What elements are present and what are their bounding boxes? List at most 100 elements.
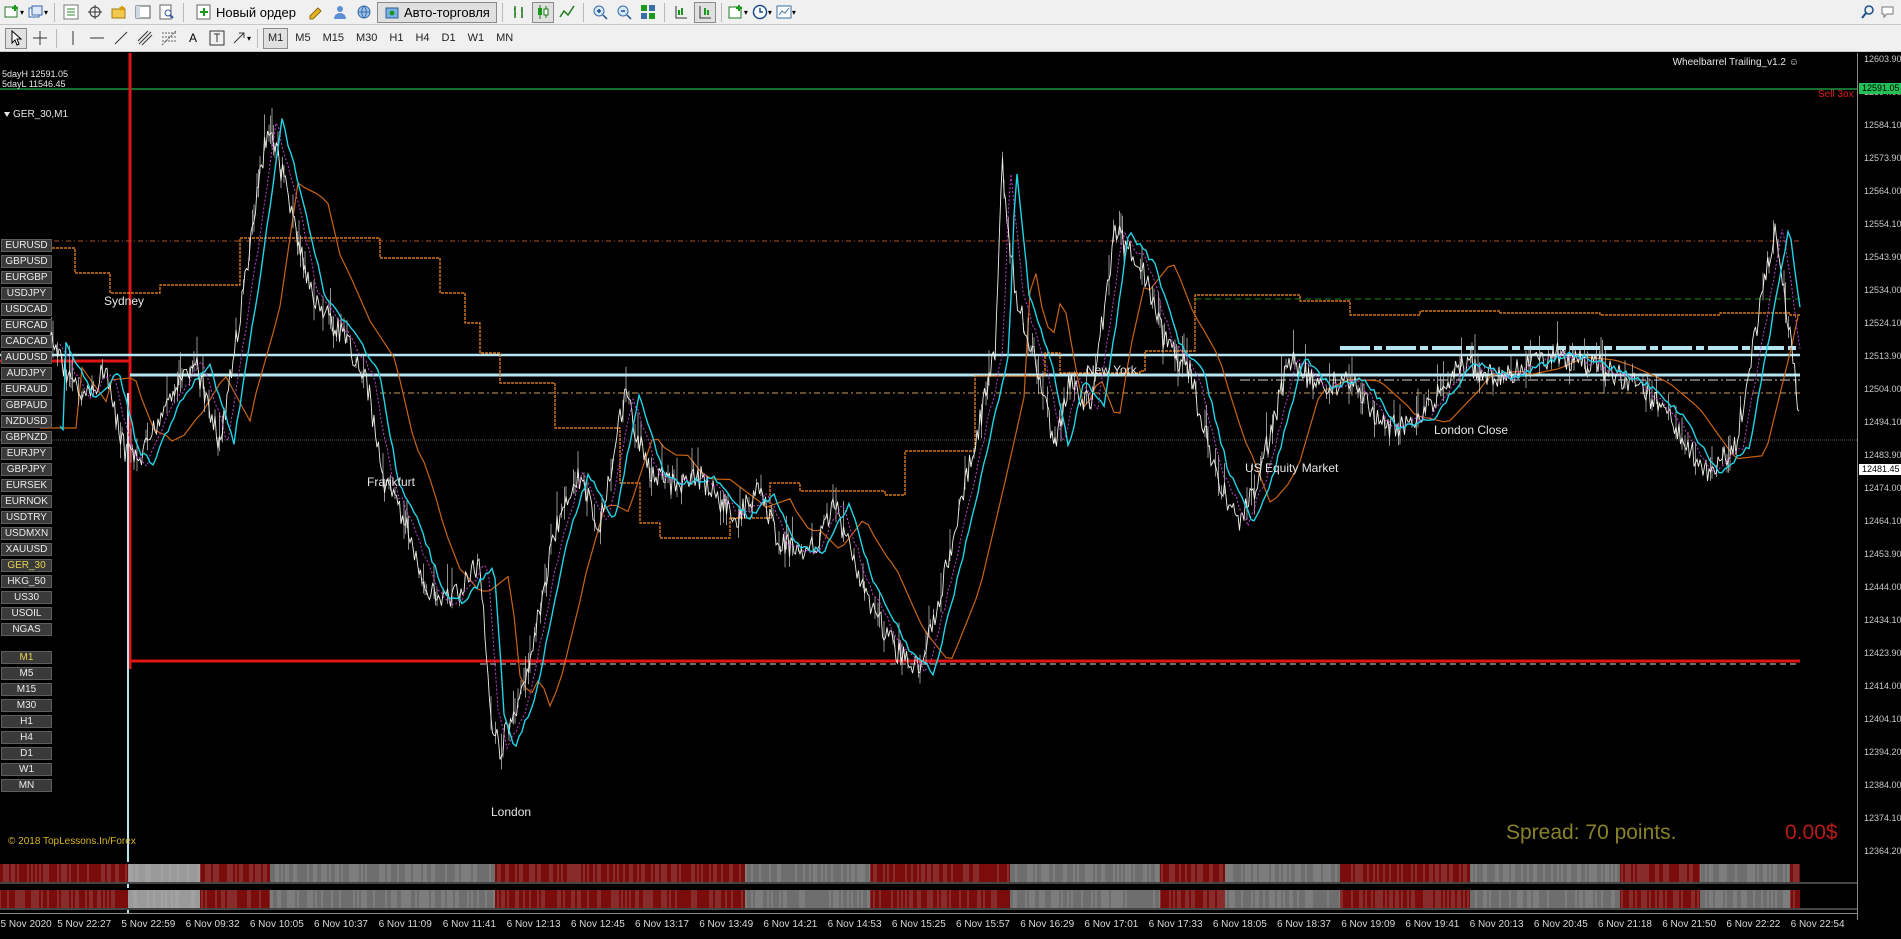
strip-segment <box>870 864 1010 882</box>
arrows-button[interactable]: ▾ <box>230 28 252 49</box>
symbol-button-eurusd[interactable]: EURUSD <box>1 239 52 252</box>
symbol-button-hkg-50[interactable]: HKG_50 <box>1 575 52 588</box>
market-button[interactable] <box>353 2 375 23</box>
text-button[interactable]: A <box>182 28 204 49</box>
chat-icon[interactable] <box>1880 4 1898 25</box>
tf-switch-h1[interactable]: H1 <box>1 715 52 728</box>
tester-button[interactable] <box>156 2 178 23</box>
symbol-button-eurjpy[interactable]: EURJPY <box>1 447 52 460</box>
toolbar-separator <box>56 28 57 48</box>
line-chart-button[interactable] <box>556 2 578 23</box>
symbol-button-gbpaud[interactable]: GBPAUD <box>1 399 52 412</box>
text-label-button[interactable] <box>206 28 228 49</box>
symbol-button-eurgbp[interactable]: EURGBP <box>1 271 52 284</box>
dropdown-triangle-icon <box>4 111 10 117</box>
cyan-moving-average <box>59 118 1801 748</box>
tf-m5-button[interactable]: M5 <box>290 28 315 49</box>
symbol-button-nzdusd[interactable]: NZDUSD <box>1 415 52 428</box>
strip-segment <box>200 890 270 908</box>
horizontal-line-button[interactable] <box>86 28 108 49</box>
strip-segment <box>1010 890 1160 908</box>
navigator-button[interactable] <box>108 2 130 23</box>
trendline-button[interactable] <box>110 28 132 49</box>
strip-segment <box>270 864 495 882</box>
symbol-button-audusd[interactable]: AUDUSD <box>1 351 52 364</box>
price-tick: 12453.90 <box>1864 549 1901 559</box>
price-tick: 12554.10 <box>1864 219 1901 229</box>
symbol-button-euraud[interactable]: EURAUD <box>1 383 52 396</box>
tf-h4-button[interactable]: H4 <box>410 28 434 49</box>
autoscroll-button[interactable] <box>693 1 716 23</box>
fibonacci-button[interactable] <box>158 28 180 49</box>
price-tick: 12543.90 <box>1864 252 1901 262</box>
symbol-button-eurcad[interactable]: EURCAD <box>1 319 52 332</box>
symbol-button-usdjpy[interactable]: USDJPY <box>1 287 52 300</box>
tf-m30-button[interactable]: M30 <box>351 28 382 49</box>
cursor-button[interactable] <box>5 27 27 49</box>
symbol-button-usdcad[interactable]: USDCAD <box>1 303 52 316</box>
tf-switch-d1[interactable]: D1 <box>1 747 52 760</box>
vertical-line-button[interactable] <box>62 28 84 49</box>
bar-chart-button[interactable] <box>508 2 530 23</box>
autotrading-button[interactable]: Авто-торговля <box>376 1 497 23</box>
tf-switch-m1[interactable]: M1 <box>1 651 52 664</box>
search-icon[interactable] <box>1860 4 1876 25</box>
magenta-moving-average <box>59 121 1801 750</box>
symbol-button-cadcad[interactable]: CADCAD <box>1 335 52 348</box>
periods-button[interactable]: ▾ <box>751 2 773 23</box>
tf-switch-m30[interactable]: M30 <box>1 699 52 712</box>
crosshair-icon <box>87 4 103 20</box>
profiles-button[interactable]: ▾ <box>27 2 49 23</box>
symbol-button-audjpy[interactable]: AUDJPY <box>1 367 52 380</box>
strip-segment <box>495 864 745 882</box>
symbol-button-xauusd[interactable]: XAUUSD <box>1 543 52 556</box>
tf-switch-w1[interactable]: W1 <box>1 763 52 776</box>
symbol-button-usoil[interactable]: USOIL <box>1 607 52 620</box>
symbol-button-eurnok[interactable]: EURNOK <box>1 495 52 508</box>
data-window-button[interactable] <box>84 2 106 23</box>
price-axis[interactable]: 12603.9012594.0012584.1012573.9012564.00… <box>1857 53 1901 920</box>
folder-star-icon <box>111 4 127 20</box>
zoom-in-button[interactable] <box>589 2 611 23</box>
symbol-button-usdtry[interactable]: USDTRY <box>1 511 52 524</box>
tf-mn-button[interactable]: MN <box>491 28 518 49</box>
candlestick-button[interactable] <box>531 1 554 23</box>
tf-switch-m15[interactable]: M15 <box>1 683 52 696</box>
symbol-button-ngas[interactable]: NGAS <box>1 623 52 636</box>
tf-switch-mn[interactable]: MN <box>1 779 52 792</box>
symbol-button-ger-30[interactable]: GER_30 <box>1 559 52 572</box>
tf-m1-button[interactable]: M1 <box>263 27 289 49</box>
zoom-out-button[interactable] <box>613 2 635 23</box>
equidistant-channel-button[interactable] <box>134 28 156 49</box>
symbol-button-gbpusd[interactable]: GBPUSD <box>1 255 52 268</box>
price-tick: 12564.00 <box>1864 186 1901 196</box>
chart-canvas[interactable] <box>0 53 1857 920</box>
symbol-button-us30[interactable]: US30 <box>1 591 52 604</box>
chart-shift-button[interactable] <box>670 2 692 23</box>
symbol-button-gbpjpy[interactable]: GBPJPY <box>1 463 52 476</box>
symbol-button-eursek[interactable]: EURSEK <box>1 479 52 492</box>
tf-d1-button[interactable]: D1 <box>437 28 461 49</box>
new-order-button[interactable]: Новый ордер <box>189 2 303 23</box>
price-tick: 12464.10 <box>1864 516 1901 526</box>
symbol-button-gbpnzd[interactable]: GBPNZD <box>1 431 52 444</box>
signals-button[interactable] <box>329 2 351 23</box>
metaeditor-button[interactable] <box>305 2 327 23</box>
tf-h1-button[interactable]: H1 <box>384 28 408 49</box>
tile-windows-button[interactable] <box>637 2 659 23</box>
high-price-badge: 12591.05 <box>1859 83 1901 94</box>
templates-button[interactable]: ▾ <box>775 2 797 23</box>
time-axis[interactable]: 5 Nov 2020 5 Nov 22:27 5 Nov 22:59 6 Nov 09… <box>0 913 1857 939</box>
tf-switch-m5[interactable]: M5 <box>1 667 52 680</box>
time-tick: 6 Nov 13:49 <box>699 919 754 930</box>
market-watch-button[interactable] <box>60 2 82 23</box>
terminal-button[interactable] <box>132 2 154 23</box>
tf-w1-button[interactable]: W1 <box>463 28 490 49</box>
tf-switch-h4[interactable]: H4 <box>1 731 52 744</box>
new-chart-button[interactable]: ▾ <box>3 2 25 23</box>
symbol-button-usdmxn[interactable]: USDMXN <box>1 527 52 540</box>
crosshair-button[interactable] <box>29 28 51 49</box>
price-chart[interactable]: GER_30,M1 5dayH 12591.05 5dayL 11546.45 … <box>0 53 1857 920</box>
tf-m15-button[interactable]: M15 <box>318 28 349 49</box>
indicators-button[interactable]: ▾ <box>727 2 749 23</box>
